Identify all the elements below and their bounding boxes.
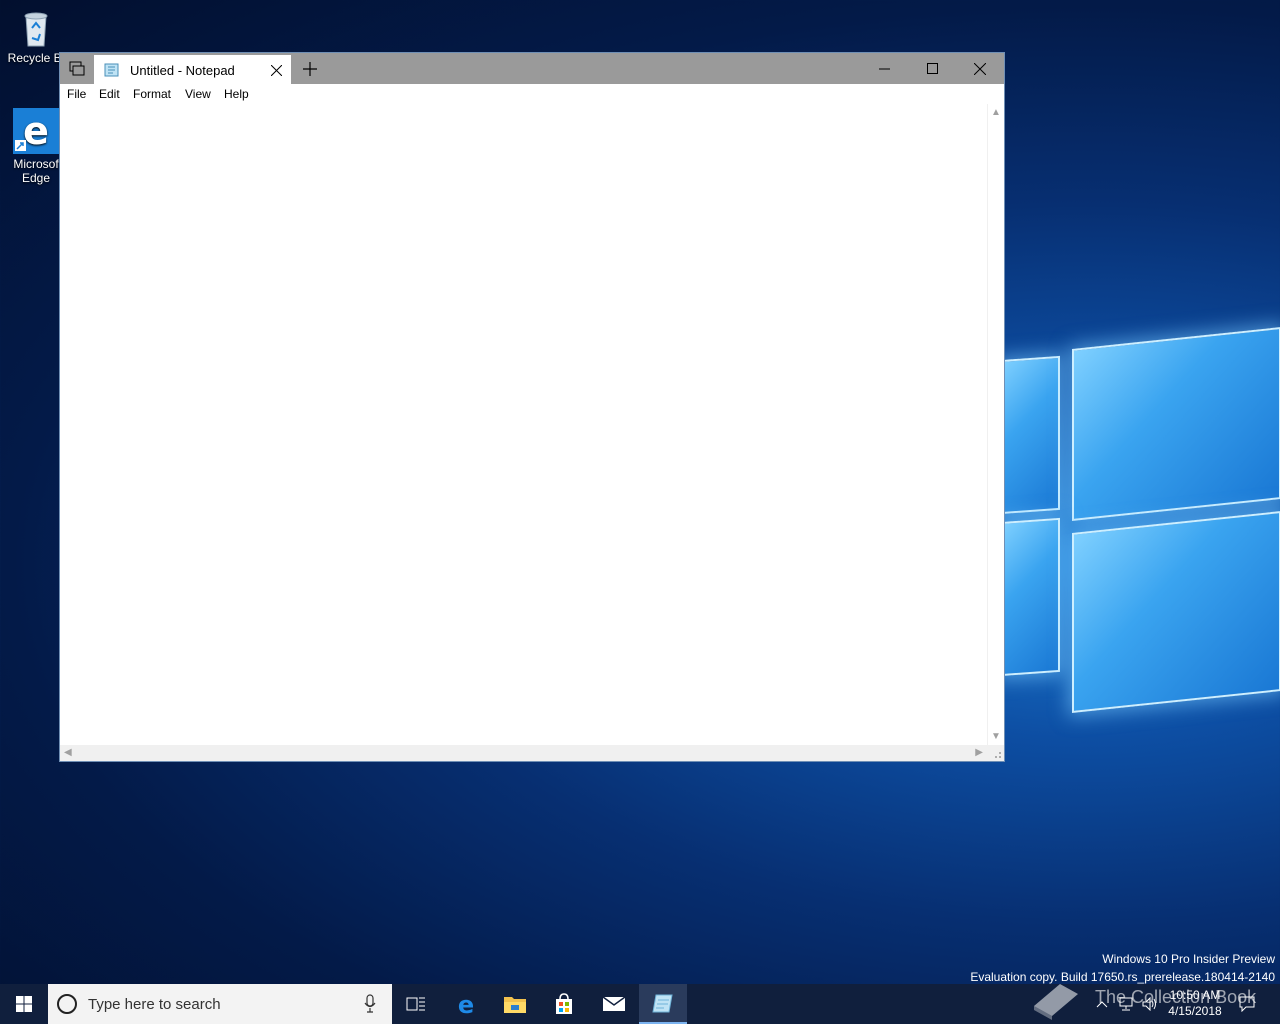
resize-grip[interactable] xyxy=(988,745,1004,761)
tab-title: Untitled - Notepad xyxy=(130,63,235,78)
desktop-icon-label: Microsof Edge xyxy=(13,157,59,185)
taskbar-edge-button[interactable]: e xyxy=(442,984,490,1024)
folder-icon xyxy=(504,997,526,1013)
close-button[interactable] xyxy=(957,53,1003,84)
edge-icon: e xyxy=(458,992,474,1016)
recycle-bin-icon xyxy=(16,8,56,48)
menu-format[interactable]: Format xyxy=(133,87,171,101)
book-icon xyxy=(1034,984,1078,1020)
minimize-icon xyxy=(878,68,890,70)
svg-text:e: e xyxy=(23,109,49,153)
close-icon xyxy=(974,62,986,75)
tabs-icon xyxy=(69,61,84,75)
start-button[interactable] xyxy=(0,984,48,1024)
menu-file[interactable]: File xyxy=(67,87,86,101)
edge-icon: e xyxy=(13,108,59,154)
taskbar-file-explorer-button[interactable] xyxy=(491,984,539,1024)
task-view-button[interactable] xyxy=(392,984,440,1024)
maximize-icon xyxy=(926,63,938,74)
notepad-icon xyxy=(104,63,119,77)
scroll-right-icon[interactable]: ▶ xyxy=(975,747,983,758)
vertical-scrollbar[interactable]: ▲ ▼ xyxy=(987,104,1004,745)
scroll-up-icon[interactable]: ▲ xyxy=(991,107,1001,118)
task-view-icon xyxy=(406,997,425,1011)
scroll-down-icon[interactable]: ▼ xyxy=(991,731,1001,742)
menu-help[interactable]: Help xyxy=(224,87,249,101)
collection-book-overlay: The Collection Book xyxy=(1030,976,1256,1020)
watermark-line-1: Windows 10 Pro Insider Preview xyxy=(1102,952,1275,966)
search-box[interactable]: Type here to search xyxy=(48,984,392,1024)
svg-text:e: e xyxy=(458,992,474,1016)
close-icon xyxy=(270,64,282,76)
cortana-icon xyxy=(57,994,77,1014)
microphone-icon[interactable] xyxy=(364,994,376,1014)
menu-edit[interactable]: Edit xyxy=(99,87,120,101)
menu-view[interactable]: View xyxy=(185,87,211,101)
scroll-left-icon[interactable]: ◀ xyxy=(64,747,72,758)
store-icon xyxy=(556,993,572,1014)
plus-icon xyxy=(303,62,317,76)
taskbar-mail-button[interactable] xyxy=(590,984,638,1024)
tab-switcher-button[interactable] xyxy=(60,53,93,84)
maximize-button[interactable] xyxy=(909,53,955,84)
resize-grip-icon xyxy=(995,752,1001,758)
new-tab-button[interactable] xyxy=(298,57,322,81)
wallpaper-windows-logo xyxy=(1000,327,1280,713)
tab-close-button[interactable] xyxy=(266,60,286,80)
notepad-icon xyxy=(652,994,673,1013)
text-editor-area[interactable] xyxy=(60,104,989,745)
mail-icon xyxy=(602,996,626,1011)
overlay-text: The Collection Book xyxy=(1095,986,1257,1007)
minimize-button[interactable] xyxy=(861,53,907,84)
search-placeholder: Type here to search xyxy=(88,996,221,1013)
taskbar-store-button[interactable] xyxy=(540,984,588,1024)
menu-bar: File Edit Format View Help xyxy=(60,84,1004,104)
horizontal-scrollbar[interactable]: ◀ ▶ xyxy=(60,745,989,761)
title-bar[interactable]: Untitled - Notepad xyxy=(60,53,1004,84)
tab-notepad[interactable]: Untitled - Notepad xyxy=(94,55,291,84)
taskbar-notepad-button[interactable] xyxy=(639,984,687,1024)
windows-logo-icon xyxy=(16,996,32,1012)
notepad-window: Untitled - Notepad File Edit Format View xyxy=(59,52,1005,762)
